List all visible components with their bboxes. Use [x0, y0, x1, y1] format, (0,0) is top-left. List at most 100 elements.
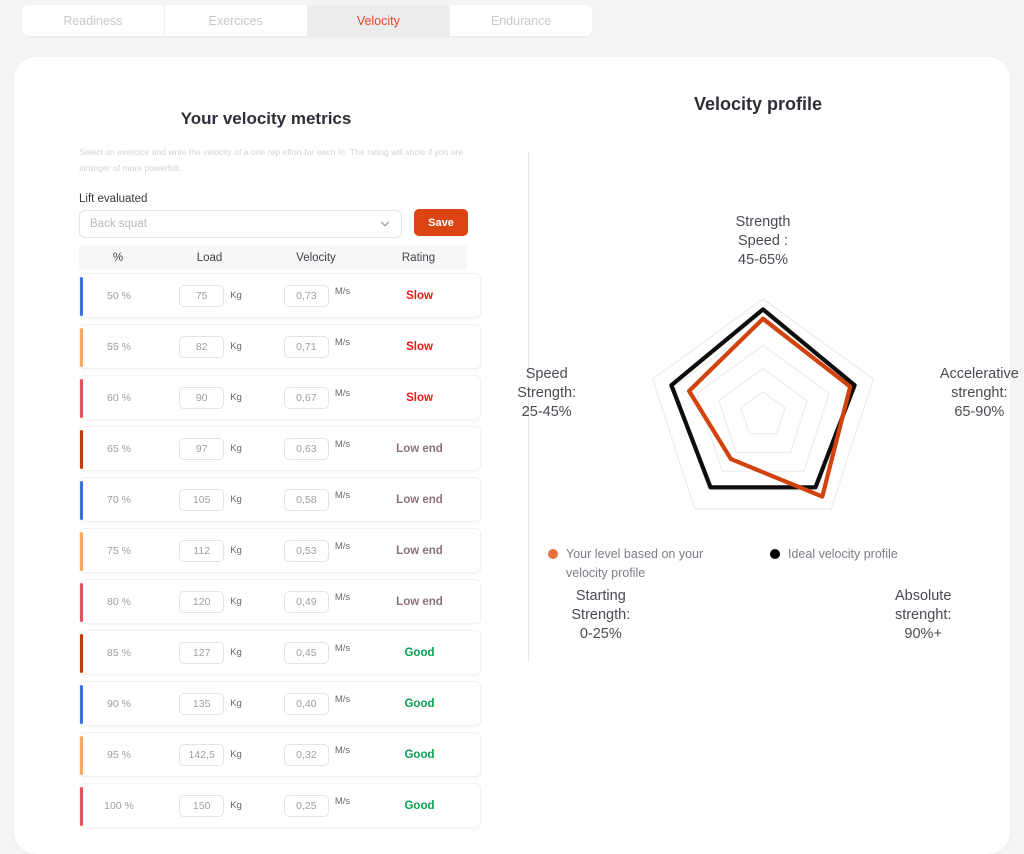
load-unit: Kg [230, 698, 242, 709]
legend-color-dot [548, 549, 558, 559]
row-percent: 60 % [107, 391, 131, 404]
load-input[interactable] [179, 743, 225, 766]
tab-exercices[interactable]: Exercices [164, 5, 308, 36]
lift-evaluated-select[interactable]: Back squat [79, 210, 402, 238]
row-percent: 90 % [107, 697, 131, 710]
tab-label: Endurance [490, 13, 552, 28]
load-input[interactable] [179, 692, 225, 715]
velocity-unit: M/s [334, 388, 351, 399]
velocity-input[interactable] [283, 488, 329, 511]
velocity-input[interactable] [283, 284, 329, 307]
legend-label: Ideal velocity profile [788, 547, 898, 561]
tab-endurance[interactable]: Endurance [450, 5, 592, 36]
velocity-unit: M/s [334, 286, 351, 297]
legend-label: Your level based on your velocity profil… [566, 547, 704, 580]
row-accent-bar [80, 532, 83, 571]
velocity-input[interactable] [283, 743, 329, 766]
row-load-cell: Kg [158, 284, 263, 307]
row-load-cell: Kg [158, 539, 263, 562]
row-rating: Slow [406, 391, 433, 404]
main-card: Your velocity metrics Select an exercice… [14, 57, 1019, 854]
load-input[interactable] [179, 794, 225, 817]
row-percent: 80 % [107, 595, 131, 608]
load-input[interactable] [179, 335, 225, 358]
load-input[interactable] [179, 488, 225, 511]
load-input[interactable] [179, 284, 225, 307]
tab-readiness[interactable]: Readiness [22, 5, 165, 36]
velocity-input[interactable] [283, 641, 329, 664]
velocity-input[interactable] [283, 539, 329, 562]
radar-grid-ring [651, 298, 875, 510]
row-rating: Good [404, 799, 435, 812]
tab-label: Exercices [208, 13, 263, 28]
row-load-cell: Kg [158, 794, 263, 817]
row-rating: Good [404, 697, 435, 710]
velocity-table: 50 %KgM/sSlow55 %KgM/sSlow60 %KgM/sSlow6… [79, 273, 481, 834]
table-row: 50 % Kg M/s Slow [79, 273, 481, 318]
load-unit: Kg [230, 749, 242, 760]
row-rating: Slow [406, 289, 433, 302]
save-button[interactable]: Save [414, 209, 468, 236]
row-rating: Good [404, 646, 435, 659]
row-percent: 75 % [107, 544, 131, 557]
radar-grid-ring [740, 390, 786, 435]
row-percent: 85 % [107, 646, 131, 659]
velocity-input[interactable] [283, 590, 329, 613]
row-velocity-cell: M/s [263, 284, 371, 307]
row-accent-bar [80, 583, 83, 622]
tab-velocity[interactable]: Velocity [307, 5, 451, 36]
row-accent-bar [80, 277, 83, 316]
axis-label-starting-strength: Starting Strength: 0-25% [571, 587, 631, 643]
table-row: 75 % Kg M/s Low end [79, 528, 481, 573]
velocity-input[interactable] [283, 437, 329, 460]
panel-title: Your velocity metrics [180, 109, 352, 128]
row-velocity-cell: M/s [263, 794, 371, 817]
column-header-percent: % [112, 251, 124, 264]
row-percent: 95 % [107, 748, 131, 761]
column-header-velocity: Velocity [296, 251, 336, 264]
load-input[interactable] [179, 437, 225, 460]
velocity-unit: M/s [334, 490, 351, 501]
row-percent: 65 % [107, 442, 131, 455]
row-percent: 100 % [104, 799, 134, 812]
legend-color-dot [770, 549, 780, 559]
load-input[interactable] [179, 641, 225, 664]
row-load-cell: Kg [158, 641, 263, 664]
row-velocity-cell: M/s [263, 641, 371, 664]
chart-title: Velocity profile [693, 94, 823, 114]
velocity-input[interactable] [283, 386, 329, 409]
row-percent: 70 % [107, 493, 131, 506]
load-unit: Kg [230, 596, 242, 607]
table-row: 100 % Kg M/s Good [79, 783, 481, 828]
radar-svg [651, 298, 875, 510]
load-unit: Kg [230, 647, 242, 658]
table-row: 60 % Kg M/s Slow [79, 375, 481, 420]
velocity-unit: M/s [334, 745, 351, 756]
lift-evaluated-value: Back squat [90, 218, 147, 230]
velocity-unit: M/s [334, 541, 351, 552]
row-accent-bar [80, 787, 83, 826]
tab-label: Velocity [356, 13, 400, 28]
row-velocity-cell: M/s [263, 488, 371, 511]
axis-label-accelerative-strength: Accelerative strenght: 65-90% [939, 366, 1019, 421]
legend-item-your-level: Your level based on your velocity profil… [548, 545, 703, 583]
load-input[interactable] [179, 590, 225, 613]
load-input[interactable] [179, 539, 225, 562]
load-input[interactable] [179, 386, 225, 409]
row-load-cell: Kg [158, 692, 263, 715]
row-velocity-cell: M/s [263, 335, 371, 358]
table-row: 95 % Kg M/s Good [79, 732, 481, 777]
table-row: 55 % Kg M/s Slow [79, 324, 481, 369]
velocity-input[interactable] [283, 335, 329, 358]
row-load-cell: Kg [158, 437, 263, 460]
table-row: 90 % Kg M/s Good [79, 681, 481, 726]
velocity-unit: M/s [334, 694, 351, 705]
load-unit: Kg [230, 341, 242, 352]
row-rating: Low end [396, 595, 443, 608]
row-velocity-cell: M/s [263, 743, 371, 766]
velocity-input[interactable] [283, 692, 329, 715]
velocity-input[interactable] [283, 794, 329, 817]
row-accent-bar [80, 379, 83, 418]
tab-label: Readiness [63, 13, 123, 28]
load-unit: Kg [230, 494, 242, 505]
